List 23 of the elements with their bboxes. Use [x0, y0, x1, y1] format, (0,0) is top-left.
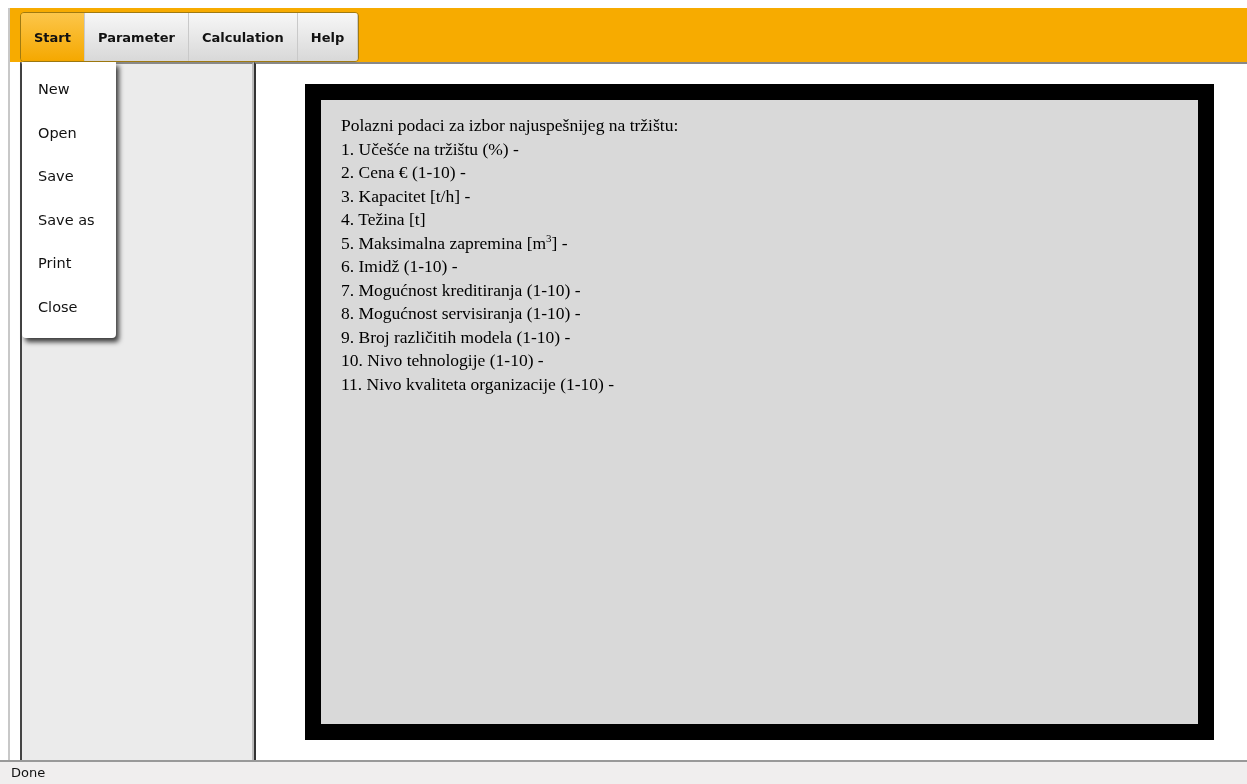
- menu-item[interactable]: Print: [22, 242, 116, 286]
- document-line: 3. Kapacitet [t/h] -: [341, 184, 472, 208]
- document-line: 9. Broj različitih modela (1-10) -: [341, 325, 572, 349]
- document-line: 7. Mogućnost kreditiranja (1-10) -: [341, 278, 582, 302]
- document-line: 10. Nivo tehnologije (1-10) -: [341, 349, 545, 372]
- menu-tab[interactable]: Start: [21, 13, 85, 61]
- menu-item[interactable]: Save as: [22, 198, 116, 243]
- document-line: Polazni podaci za izbor najuspešnijeg na tržištu:: [341, 114, 680, 137]
- menu-tab[interactable]: Calculation: [188, 13, 298, 61]
- menu-item[interactable]: New: [22, 68, 116, 112]
- menu-tab[interactable]: Parameter: [85, 13, 189, 61]
- document-line: 5. Maksimalna zapremina [m$^{3}$] -: [341, 231, 569, 255]
- menu-item[interactable]: Open: [22, 111, 116, 156]
- menu-item[interactable]: Save: [22, 155, 116, 199]
- status-text: Done: [0, 760, 1247, 784]
- document-line: 1. Učešće na tržištu (%) -: [341, 137, 520, 161]
- document-line: 4. Težina [t]: [341, 208, 427, 231]
- document-line: 8. Mogućnost servisiranja (1-10) -: [341, 302, 582, 325]
- menu-tab[interactable]: Help: [297, 13, 359, 61]
- document-line: 6. Imidž (1-10) -: [341, 255, 459, 278]
- menu-item[interactable]: Close: [22, 285, 116, 330]
- document-line: 2. Cena € (1-10) -: [341, 161, 467, 184]
- document-line: 11. Nivo kvaliteta organizacije (1-10) -: [341, 372, 616, 396]
